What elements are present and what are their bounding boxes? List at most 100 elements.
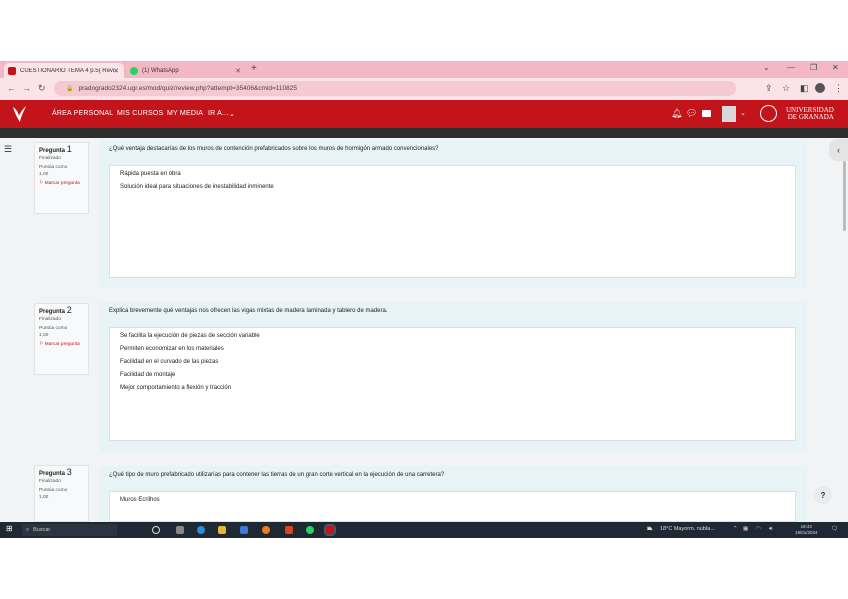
weather-text[interactable]: 18°C Mayorm. nubla... xyxy=(660,526,715,532)
quiz-navigation-toggle[interactable]: ‹ xyxy=(829,139,848,161)
flag-icon: ⚐ xyxy=(39,181,44,186)
address-bar[interactable]: 🔒 pradogrado2324.ugr.es/mod/quiz/review.… xyxy=(54,81,736,96)
active-browser-icon[interactable] xyxy=(324,524,336,536)
reload-icon[interactable]: ↻ xyxy=(38,83,46,94)
screen: CUESTIONARIO TEMA 4 p.5( Revi... ✕ (1) W… xyxy=(0,61,848,538)
lock-icon: 🔒 xyxy=(66,86,74,92)
url-text: pradogrado2324.ugr.es/mod/quiz/review.ph… xyxy=(78,85,297,92)
new-tab-icon[interactable]: + xyxy=(251,63,257,74)
answer-line: Facilidad de montaje xyxy=(120,372,176,378)
question-2-answer: Se facilita la ejecución de piezas de se… xyxy=(109,327,796,441)
moodle-favicon-icon xyxy=(8,66,16,75)
tab-search-icon[interactable]: ⌄ xyxy=(763,63,770,72)
notifications-icon[interactable]: 🗨︎ xyxy=(831,526,838,532)
chevron-down-icon[interactable]: ⌄ xyxy=(229,110,235,118)
sidepanel-icon[interactable]: ◧ xyxy=(800,83,809,94)
tray-apps-icon[interactable]: ▦ xyxy=(743,526,748,532)
question-2-text: Explica brevemente qué ventajas nos ofre… xyxy=(109,308,388,314)
question-2-info: Pregunta 2 Finalizado Puntúa como 1,00 ⚐… xyxy=(34,303,89,375)
answer-line: Rápida puesta en obra xyxy=(120,171,181,177)
forward-icon[interactable]: → xyxy=(22,83,31,93)
question-number: Pregunta 1 xyxy=(39,144,72,155)
flag-icon: ⚐ xyxy=(39,342,44,347)
score-value: 1,00 xyxy=(39,494,49,500)
browser-toolbar: ← → ↻ 🔒 pradogrado2324.ugr.es/mod/quiz/r… xyxy=(0,78,848,100)
chevron-left-icon: ‹ xyxy=(837,145,840,155)
nav-ir-a-dropdown[interactable]: IR A... xyxy=(208,110,228,117)
help-button[interactable]: ? xyxy=(814,486,832,504)
user-avatar[interactable] xyxy=(722,106,736,122)
question-1-info: Pregunta 1 Finalizado Puntúa como 1,00 ⚐… xyxy=(34,142,89,214)
browser-tab-strip: CUESTIONARIO TEMA 4 p.5( Revi... ✕ (1) W… xyxy=(0,61,848,78)
clock-date: 19/01/2024 xyxy=(795,530,818,535)
site-navbar: ÁREA PERSONAL MIS CURSOS MY MEDIA IR A..… xyxy=(0,100,848,128)
bookmark-star-icon[interactable]: ☆ xyxy=(782,83,790,94)
message-icon[interactable] xyxy=(702,110,711,117)
profile-avatar-icon[interactable] xyxy=(815,83,825,93)
windows-taskbar: ⊞ ⌕ Buscar ⛅ 18°C Mayorm. nubla... ⌃ ▦ ◠… xyxy=(0,522,848,538)
course-index-toggle-icon[interactable]: ☰ xyxy=(4,144,12,155)
answer-line: Mejor comportamiento a flexión y tracció… xyxy=(120,385,232,391)
answer-line: Solución ideal para situaciones de inest… xyxy=(120,184,274,190)
flag-question-link[interactable]: ⚐ Marcar pregunta xyxy=(39,181,84,188)
windows-start-icon[interactable]: ⊞ xyxy=(6,524,13,533)
whatsapp-icon[interactable] xyxy=(306,526,314,534)
score-value: 1,00 xyxy=(39,332,49,338)
question-3-info: Pregunta 3 Finalizado Puntúa como 1,00 xyxy=(34,465,89,522)
task-view-icon[interactable] xyxy=(152,526,160,534)
tab-close-icon[interactable]: ✕ xyxy=(113,67,119,75)
university-name[interactable]: UNIVERSIDAD DE GRANADA xyxy=(786,107,834,121)
scrollbar-thumb[interactable] xyxy=(843,161,846,231)
minimize-icon[interactable]: — xyxy=(787,63,795,72)
brave-icon[interactable] xyxy=(285,526,293,534)
store-icon[interactable] xyxy=(240,526,248,534)
question-number: Pregunta 2 xyxy=(39,305,72,316)
whatsapp-favicon-icon xyxy=(130,66,138,75)
taskbar-clock[interactable]: 18:43 19/01/2024 xyxy=(795,524,818,536)
university-line2: DE GRANADA xyxy=(787,113,834,121)
tab-label: (1) WhatsApp xyxy=(142,67,179,74)
file-explorer-icon[interactable] xyxy=(218,526,226,534)
taskbar-search[interactable]: ⌕ Buscar xyxy=(22,524,117,536)
question-3-box: ¿Qué tipo de muro prefabricado utilizarí… xyxy=(99,466,807,522)
maximize-icon[interactable]: ❐ xyxy=(810,63,817,72)
nav-area-personal[interactable]: ÁREA PERSONAL xyxy=(52,110,113,117)
browser-tab-quiz[interactable]: CUESTIONARIO TEMA 4 p.5( Revi... ✕ xyxy=(4,63,124,78)
question-1-answer: Rápida puesta en obra Solución ideal par… xyxy=(109,165,796,278)
secondary-bar xyxy=(0,128,848,138)
nav-my-media[interactable]: MY MEDIA xyxy=(167,110,203,117)
weather-icon: ⛅ xyxy=(646,526,653,532)
nav-mis-cursos[interactable]: MIS CURSOS xyxy=(117,110,163,117)
answer-line: Facilidad en el curvado de las piezas xyxy=(120,359,219,365)
tab-label: CUESTIONARIO TEMA 4 p.5( Revi... xyxy=(20,67,118,74)
search-placeholder: Buscar xyxy=(33,527,51,533)
ugr-seal-icon xyxy=(760,105,777,122)
network-icon[interactable]: ◠ xyxy=(756,526,761,532)
browser-tab-whatsapp[interactable]: (1) WhatsApp ✕ xyxy=(126,63,246,78)
search-icon: ⌕ xyxy=(26,526,30,533)
answer-line: Se facilita la ejecución de piezas de se… xyxy=(120,333,260,339)
question-1-box: ¿Qué ventaja destacarías de los muros de… xyxy=(99,140,807,288)
chat-icon[interactable]: 💬︎ xyxy=(686,108,697,119)
edge-icon[interactable] xyxy=(197,526,205,534)
question-status: Finalizado xyxy=(39,155,61,161)
browser-menu-icon[interactable]: ⋮ xyxy=(834,83,843,94)
bell-icon[interactable]: 🔔︎ xyxy=(671,108,682,119)
close-window-icon[interactable]: ✕ xyxy=(832,63,839,72)
question-2-box: Explica brevemente qué ventajas nos ofre… xyxy=(99,302,807,452)
tray-chevron-icon[interactable]: ⌃ xyxy=(733,526,738,532)
tab-close-icon[interactable]: ✕ xyxy=(235,67,241,75)
flag-question-link[interactable]: ⚐ Marcar pregunta xyxy=(39,342,84,349)
share-icon[interactable]: ⇪ xyxy=(765,83,773,94)
question-3-text: ¿Qué tipo de muro prefabricado utilizarí… xyxy=(109,472,445,478)
answer-line: Permiten economizar en los materiales xyxy=(120,346,224,352)
user-menu-chevron-icon[interactable]: ⌄ xyxy=(740,109,746,117)
firefox-icon[interactable] xyxy=(262,526,270,534)
volume-icon[interactable]: 🔊︎ xyxy=(769,526,772,533)
prado-logo-icon[interactable] xyxy=(10,104,28,124)
back-icon[interactable]: ← xyxy=(7,83,16,93)
question-status: Finalizado xyxy=(39,478,61,484)
answer-line: Muros Ecrilhos xyxy=(120,497,160,503)
widgets-icon[interactable] xyxy=(176,526,184,534)
question-number: Pregunta 3 xyxy=(39,467,72,478)
